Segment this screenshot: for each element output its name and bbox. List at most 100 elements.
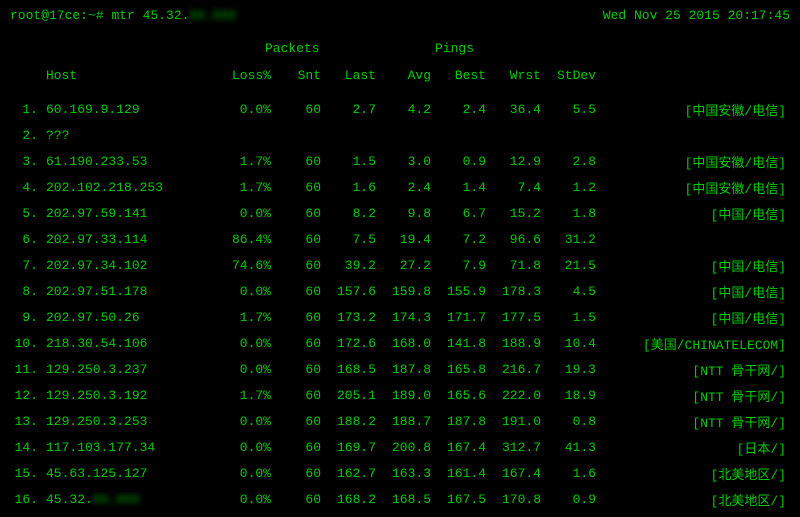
row-stdev: 31.2: [541, 232, 596, 247]
row-host: 129.250.3.192: [46, 388, 216, 403]
row-index: 7.: [10, 258, 46, 273]
row-stdev: 21.5: [541, 258, 596, 273]
row-location: [中国/电信]: [596, 204, 790, 223]
row-loss: 0.0%: [216, 492, 271, 507]
row-index: 11.: [10, 362, 46, 377]
row-wrst: 188.9: [486, 336, 541, 351]
row-stdev: 4.5: [541, 284, 596, 299]
prompt-cwd: ~: [88, 8, 96, 23]
row-location: [中国安徽/电信]: [596, 178, 790, 197]
table-row: 16.45.32.XX.XXX0.0%60168.2168.5167.5170.…: [10, 486, 790, 512]
row-index: 5.: [10, 206, 46, 221]
row-last: 1.6: [321, 180, 376, 195]
row-loss: 1.7%: [216, 180, 271, 195]
row-last: 173.2: [321, 310, 376, 325]
row-stdev: 41.3: [541, 440, 596, 455]
row-location: [美国/CHINATELECOM]: [596, 334, 790, 353]
row-wrst: 36.4: [486, 102, 541, 117]
row-snt: 60: [271, 180, 321, 195]
row-host: ???: [46, 128, 216, 143]
table-row: 10.218.30.54.1060.0%60172.6168.0141.8188…: [10, 330, 790, 356]
row-avg: 2.4: [376, 180, 431, 195]
row-snt: 60: [271, 284, 321, 299]
row-location: [北美地区/]: [596, 490, 790, 509]
row-host: 45.32.XX.XXX: [46, 492, 216, 507]
row-avg: 27.2: [376, 258, 431, 273]
row-wrst: 170.8: [486, 492, 541, 507]
row-last: 1.5: [321, 154, 376, 169]
row-avg: 200.8: [376, 440, 431, 455]
row-host: 129.250.3.253: [46, 414, 216, 429]
row-last: 205.1: [321, 388, 376, 403]
row-index: 15.: [10, 466, 46, 481]
row-snt: 60: [271, 492, 321, 507]
row-location: [中国/电信]: [596, 256, 790, 275]
table-row: 2.???: [10, 122, 790, 148]
timestamp: Wed Nov 25 2015 20:17:45: [603, 8, 790, 23]
row-wrst: 71.8: [486, 258, 541, 273]
row-host: 202.102.218.253: [46, 180, 216, 195]
row-avg: 187.8: [376, 362, 431, 377]
row-host-masked: XX.XXX: [93, 492, 140, 507]
row-wrst: 191.0: [486, 414, 541, 429]
group-header-row: Packets Pings: [10, 41, 790, 56]
shell-prompt: root@17ce:~# mtr 45.32.XX.XXX: [10, 8, 236, 23]
row-location: [NTT 骨干网/]: [596, 360, 790, 379]
table-row: 6.202.97.33.11486.4%607.519.47.296.631.2: [10, 226, 790, 252]
row-location: [日本/]: [596, 438, 790, 457]
row-avg: 9.8: [376, 206, 431, 221]
row-snt: 60: [271, 232, 321, 247]
row-wrst: 216.7: [486, 362, 541, 377]
table-row: 13.129.250.3.2530.0%60188.2188.7187.8191…: [10, 408, 790, 434]
row-host-value: 202.97.34.102: [46, 258, 147, 273]
row-last: 169.7: [321, 440, 376, 455]
row-stdev: 1.8: [541, 206, 596, 221]
row-wrst: 178.3: [486, 284, 541, 299]
row-loss: 0.0%: [216, 206, 271, 221]
row-index: 10.: [10, 336, 46, 351]
table-row: 3.61.190.233.531.7%601.53.00.912.92.8[中国…: [10, 148, 790, 174]
row-host: 60.169.9.129: [46, 102, 216, 117]
row-wrst: 96.6: [486, 232, 541, 247]
row-host: 129.250.3.237: [46, 362, 216, 377]
row-best: 165.8: [431, 362, 486, 377]
row-wrst: 167.4: [486, 466, 541, 481]
row-host-value: 61.190.233.53: [46, 154, 147, 169]
row-snt: 60: [271, 336, 321, 351]
row-avg: 168.5: [376, 492, 431, 507]
row-host-value: 60.169.9.129: [46, 102, 140, 117]
row-host-value: 218.30.54.106: [46, 336, 147, 351]
row-loss: 1.7%: [216, 388, 271, 403]
row-wrst: 222.0: [486, 388, 541, 403]
row-index: 6.: [10, 232, 46, 247]
row-best: 7.9: [431, 258, 486, 273]
row-best: 2.4: [431, 102, 486, 117]
prompt-masked-ip: XX.XXX: [189, 8, 236, 23]
row-host: 61.190.233.53: [46, 154, 216, 169]
table-row: 14.117.103.177.340.0%60169.7200.8167.431…: [10, 434, 790, 460]
row-last: 168.5: [321, 362, 376, 377]
group-pings-label: Pings: [435, 41, 474, 56]
row-host-value: 202.97.33.114: [46, 232, 147, 247]
row-best: 171.7: [431, 310, 486, 325]
row-host-value: 45.63.125.127: [46, 466, 147, 481]
row-loss: 0.0%: [216, 362, 271, 377]
row-host-value: ???: [46, 128, 69, 143]
row-stdev: 1.6: [541, 466, 596, 481]
row-loss: 0.0%: [216, 284, 271, 299]
column-header-row: Host Loss% Snt Last Avg Best Wrst StDev: [10, 62, 790, 88]
row-index: 1.: [10, 102, 46, 117]
row-snt: 60: [271, 154, 321, 169]
row-avg: 159.8: [376, 284, 431, 299]
row-last: 162.7: [321, 466, 376, 481]
row-host: 202.97.50.26: [46, 310, 216, 325]
row-location: [NTT 骨干网/]: [596, 412, 790, 431]
row-loss: 74.6%: [216, 258, 271, 273]
row-stdev: 2.8: [541, 154, 596, 169]
table-row: 4.202.102.218.2531.7%601.62.41.47.41.2[中…: [10, 174, 790, 200]
row-snt: 60: [271, 466, 321, 481]
col-host: Host: [46, 68, 216, 83]
row-index: 8.: [10, 284, 46, 299]
row-stdev: 0.9: [541, 492, 596, 507]
row-stdev: 19.3: [541, 362, 596, 377]
